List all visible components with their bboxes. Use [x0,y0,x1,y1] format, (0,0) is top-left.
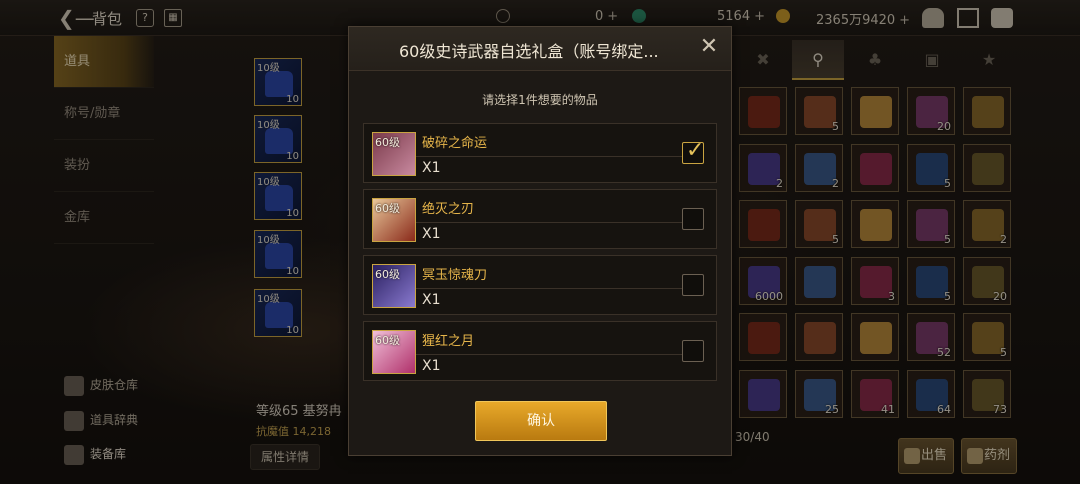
weapon-option[interactable]: 60级 绝灭之刃 X1 [363,189,717,249]
close-icon[interactable]: ✕ [697,36,721,60]
option-qty: X1 [422,226,441,242]
dialog-header: 60级史诗武器自选礼盒（账号绑定... ✕ [349,27,731,71]
option-qty: X1 [422,160,441,176]
option-checkbox[interactable] [682,340,704,362]
jade-soul-blade-icon: 60级 [372,264,416,308]
option-checkbox[interactable] [682,208,704,230]
dialog-title: 60级史诗武器自选礼盒（账号绑定... [399,42,659,61]
option-name: 破碎之命运 [422,136,488,151]
weapon-option[interactable]: 60级 破碎之命运 X1 ✓ [363,123,717,183]
option-name: 猩红之月 [422,334,475,349]
shattered-fate-weapon-icon: 60级 [372,132,416,176]
option-qty: X1 [422,292,441,308]
option-level: 60级 [375,136,400,149]
option-level: 60级 [375,268,400,281]
dialog-subtitle: 请选择1件想要的物品 [482,93,598,107]
option-name: 绝灭之刃 [422,202,475,217]
divider [416,222,702,223]
weapon-option[interactable]: 60级 冥玉惊魂刀 X1 [363,255,717,315]
option-checkbox[interactable] [682,274,704,296]
annihilation-blade-icon: 60级 [372,198,416,242]
weapon-option[interactable]: 60级 猩红之月 X1 [363,321,717,381]
option-level: 60级 [375,202,400,215]
option-qty: X1 [422,358,441,374]
divider [416,156,702,157]
divider [416,288,702,289]
checkmark-icon: ✓ [686,138,705,163]
select-gift-dialog: 60级史诗武器自选礼盒（账号绑定... ✕ 请选择1件想要的物品 60级 破碎之… [348,26,732,456]
crimson-moon-blade-icon: 60级 [372,330,416,374]
confirm-button[interactable]: 确认 [475,401,607,441]
option-checkbox[interactable]: ✓ [682,138,704,164]
option-name: 冥玉惊魂刀 [422,268,488,283]
option-level: 60级 [375,334,400,347]
divider [416,354,702,355]
